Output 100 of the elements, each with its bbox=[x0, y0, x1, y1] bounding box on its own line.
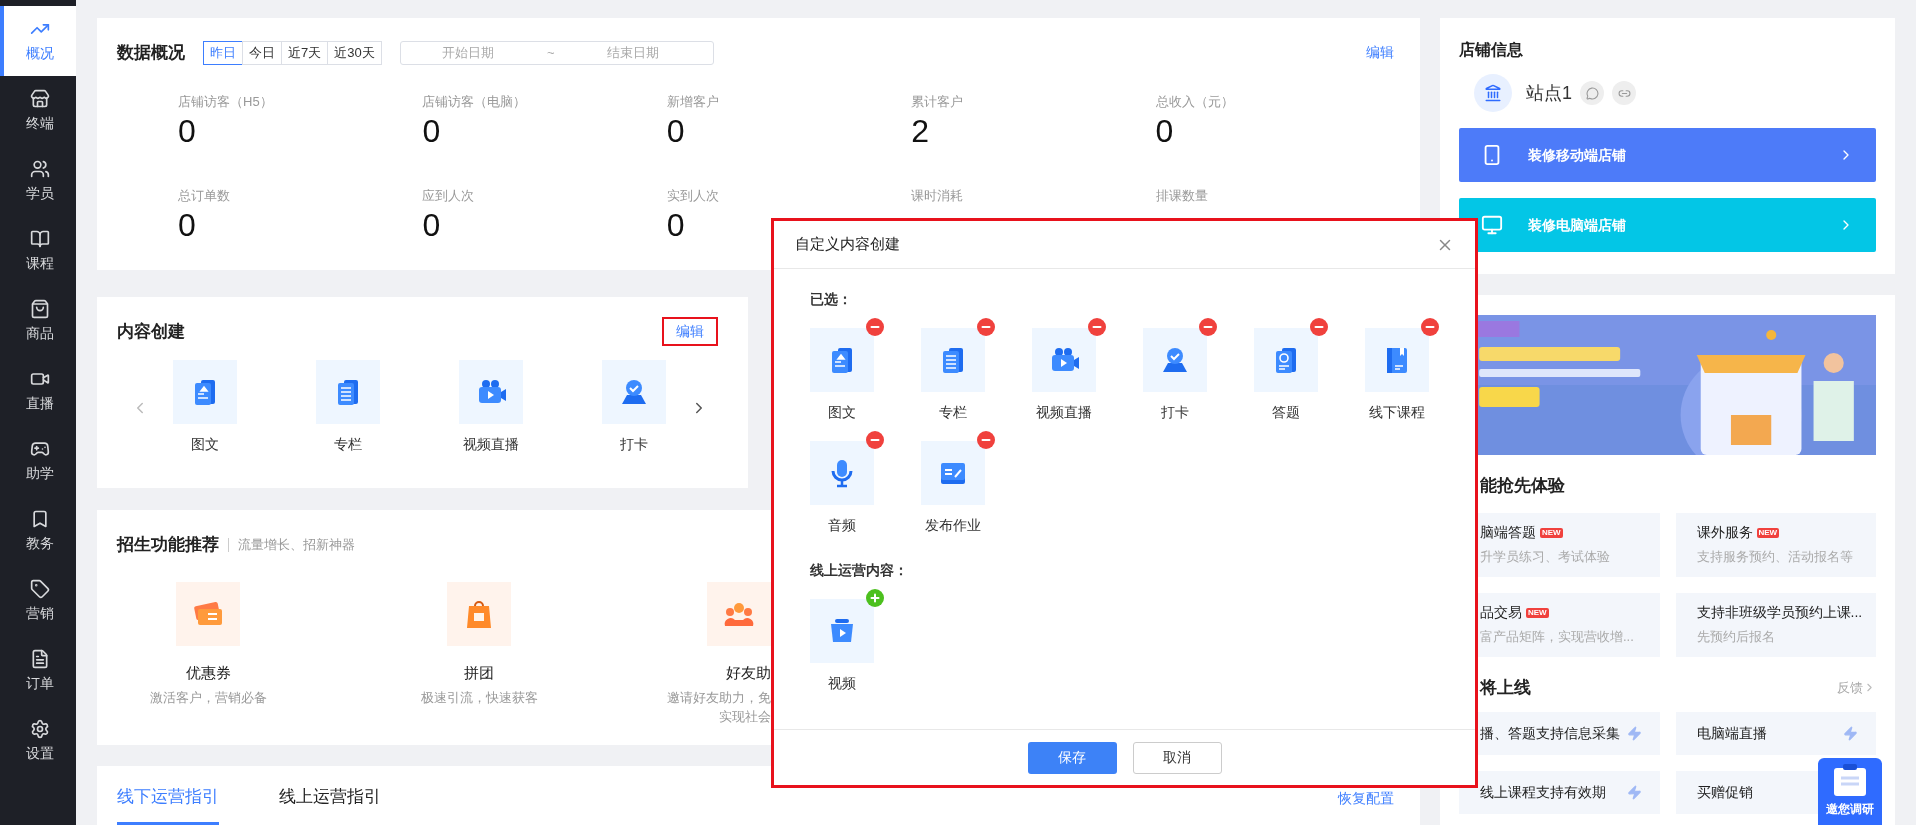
stat-value: 0 bbox=[178, 112, 196, 151]
sidebar-item[interactable]: 订单 bbox=[0, 636, 76, 706]
reset-link[interactable]: 恢复配置 bbox=[1338, 788, 1394, 809]
stat-value: 0 bbox=[422, 206, 441, 245]
guide-tab[interactable]: 线下运营指引 bbox=[117, 784, 219, 825]
lightning-icon bbox=[1626, 785, 1642, 800]
range-tab[interactable]: 昨日 bbox=[203, 40, 243, 65]
tile-label: 线下课程 bbox=[1369, 403, 1425, 422]
content-type-tile[interactable] bbox=[602, 360, 666, 424]
range-tab[interactable]: 近30天 bbox=[327, 40, 382, 65]
stat-label: 店铺访客（电脑） bbox=[422, 92, 528, 111]
remove-icon[interactable] bbox=[866, 431, 884, 449]
sidebar-item[interactable]: 助学 bbox=[0, 426, 76, 496]
tile-label: 音频 bbox=[828, 516, 856, 535]
content-type-tile[interactable] bbox=[921, 328, 985, 392]
link-icon[interactable] bbox=[1612, 81, 1636, 105]
sidebar-item[interactable]: 课程 bbox=[0, 216, 76, 286]
sidebar-item[interactable]: 概况 bbox=[0, 6, 76, 76]
tile-label: 打卡 bbox=[620, 435, 648, 454]
feature-title: 好友助 bbox=[726, 662, 771, 683]
content-type-tile[interactable] bbox=[810, 441, 874, 505]
feature-title: 脑端答题 bbox=[1480, 523, 1536, 543]
tile-label: 视频直播 bbox=[463, 435, 519, 454]
upcoming-label: 播、答题支持信息采集 bbox=[1480, 724, 1620, 743]
content-type-tile[interactable] bbox=[1032, 328, 1096, 392]
feature-title: 课外服务 bbox=[1696, 523, 1753, 543]
range-tab[interactable]: 近7天 bbox=[281, 40, 329, 65]
tile-label: 视频直播 bbox=[1036, 403, 1092, 422]
feature-tile[interactable]: 支持非班级学员预约上课... 先预约后报名 bbox=[1675, 592, 1876, 657]
feature-description: 升学员练习、考试体验 bbox=[1480, 548, 1611, 567]
monitor-icon bbox=[1481, 214, 1503, 236]
book-icon bbox=[30, 228, 50, 249]
feature-title: 支持非班级学员预约上课... bbox=[1696, 603, 1863, 623]
section-title: 线上运营内容： bbox=[810, 561, 909, 580]
tile-label: 专栏 bbox=[939, 403, 967, 422]
remove-icon[interactable] bbox=[866, 318, 884, 336]
save-button[interactable]: 保存 bbox=[1027, 741, 1117, 774]
tile-label: 专栏 bbox=[334, 435, 362, 454]
new-badge: NEW bbox=[1526, 607, 1549, 618]
stat-value: 0 bbox=[1155, 112, 1174, 151]
tag-icon bbox=[30, 578, 50, 599]
survey-button[interactable]: 邀您调研 bbox=[1818, 758, 1882, 825]
remove-icon[interactable] bbox=[1088, 318, 1106, 336]
sidebar-item[interactable]: 教务 bbox=[0, 496, 76, 566]
dialog-title: 自定义内容创建 bbox=[795, 234, 900, 255]
decorate-store-button[interactable]: 装修移动端店铺 bbox=[1459, 128, 1876, 182]
sidebar-item[interactable]: 学员 bbox=[0, 146, 76, 216]
bank-icon bbox=[1474, 74, 1512, 112]
remove-icon[interactable] bbox=[1199, 318, 1217, 336]
content-type-tile[interactable] bbox=[173, 360, 237, 424]
users-icon bbox=[30, 158, 50, 179]
sidebar-item[interactable]: 终端 bbox=[0, 76, 76, 146]
content-type-tile[interactable] bbox=[459, 360, 523, 424]
feature-tile[interactable] bbox=[707, 581, 771, 646]
feature-title: 品交易 bbox=[1480, 603, 1522, 623]
stat-label: 总订单数 bbox=[178, 186, 231, 205]
content-type-tile[interactable] bbox=[1365, 328, 1429, 392]
tile-label: 发布作业 bbox=[925, 516, 981, 535]
remove-icon[interactable] bbox=[1421, 318, 1439, 336]
remove-icon[interactable] bbox=[977, 431, 995, 449]
lightning-icon bbox=[1626, 726, 1642, 741]
tile-label: 图文 bbox=[191, 435, 219, 454]
range-tab[interactable]: 今日 bbox=[242, 40, 282, 65]
feature-description: 邀请好友助力，免 实现社会 bbox=[667, 689, 771, 726]
lightning-icon bbox=[1843, 726, 1858, 741]
remove-icon[interactable] bbox=[1310, 318, 1328, 336]
edit-link[interactable]: 编辑 bbox=[1366, 42, 1394, 64]
guide-tab[interactable]: 线上运营指引 bbox=[279, 784, 381, 825]
stat-value: 0 bbox=[666, 112, 685, 151]
new-badge: NEW bbox=[1540, 527, 1563, 538]
stat-label: 总收入（元） bbox=[1155, 92, 1235, 111]
feature-tile[interactable]: 课外服务 NEW 支持服务预约、活动报名等 bbox=[1675, 512, 1876, 577]
content-type-tile[interactable] bbox=[316, 360, 380, 424]
feature-tile[interactable] bbox=[176, 581, 240, 646]
add-icon[interactable] bbox=[866, 589, 884, 607]
tile-label: 答题 bbox=[1272, 403, 1300, 422]
content-type-tile[interactable] bbox=[1143, 328, 1207, 392]
content-type-tile[interactable] bbox=[810, 599, 874, 663]
feature-description: 支持服务预约、活动报名等 bbox=[1696, 548, 1854, 567]
feature-tile[interactable] bbox=[447, 581, 511, 646]
new-badge: NEW bbox=[1756, 527, 1780, 538]
content-type-tile[interactable] bbox=[921, 441, 985, 505]
sidebar-item[interactable]: 商品 bbox=[0, 286, 76, 356]
sidebar-item[interactable]: 营销 bbox=[0, 566, 76, 636]
wechat-icon[interactable] bbox=[1580, 81, 1604, 105]
card-title: 招生功能推荐 bbox=[117, 534, 219, 556]
upcoming-label: 电脑端直播 bbox=[1696, 724, 1767, 743]
remove-icon[interactable] bbox=[977, 318, 995, 336]
content-type-tile[interactable] bbox=[1254, 328, 1318, 392]
upcoming-label: 线上课程支持有效期 bbox=[1480, 783, 1606, 802]
edit-link[interactable]: 编辑 bbox=[662, 317, 718, 346]
stat-value: 2 bbox=[911, 112, 929, 151]
feature-description: 激活客户，营销必备 bbox=[149, 689, 267, 707]
cancel-button[interactable]: 取消 bbox=[1132, 741, 1222, 774]
sidebar-item[interactable]: 设置 bbox=[0, 706, 76, 776]
content-type-tile[interactable] bbox=[810, 328, 874, 392]
section-title: 将上线 bbox=[1478, 676, 1531, 699]
sidebar-item[interactable]: 直播 bbox=[0, 356, 76, 426]
settings-icon bbox=[30, 718, 50, 739]
stat-label: 课时消耗 bbox=[911, 186, 965, 205]
